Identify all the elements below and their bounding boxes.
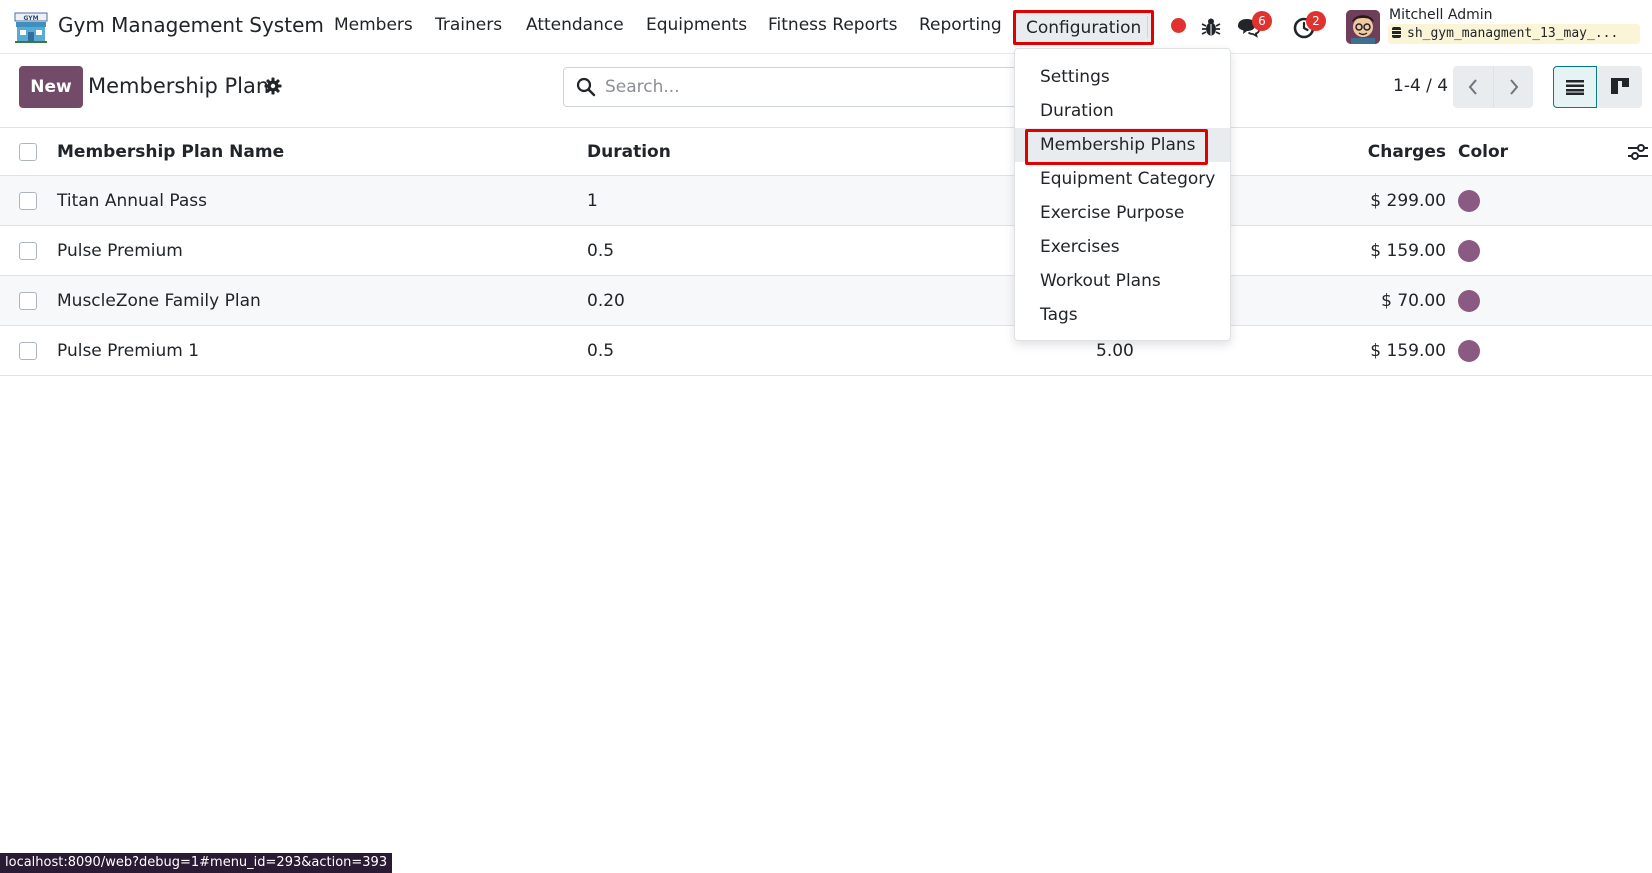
duration-cell: 0.5 (587, 340, 615, 361)
plan-name-cell: Pulse Premium 1 (57, 340, 200, 361)
new-button[interactable]: New (19, 66, 83, 108)
column-header-duration[interactable]: Duration (587, 128, 671, 175)
dropdown-item-exercise-purpose[interactable]: Exercise Purpose (1015, 196, 1230, 230)
row-checkbox[interactable] (19, 242, 37, 260)
status-url-bar: localhost:8090/web?debug=1#menu_id=293&a… (0, 853, 393, 873)
table-row[interactable]: Titan Annual Pass 1 $ 299.00 (0, 176, 1652, 226)
database-icon (1392, 27, 1401, 38)
top-navbar: GYM Gym Management System Members Traine… (0, 0, 1652, 54)
color-swatch (1458, 239, 1480, 262)
user-name[interactable]: Mitchell Admin (1389, 7, 1493, 23)
highlight-box (1025, 129, 1208, 165)
color-cell (1458, 176, 1480, 225)
menu-reporting[interactable]: Reporting (919, 15, 1002, 35)
pager-previous-button[interactable] (1453, 66, 1493, 108)
color-cell (1458, 326, 1480, 375)
gear-icon[interactable] (264, 77, 282, 95)
list-view-icon (1566, 80, 1584, 95)
dropdown-item-exercises[interactable]: Exercises (1015, 230, 1230, 264)
database-name-badge[interactable]: sh_gym_managment_13_may_... (1388, 24, 1640, 44)
pager-value[interactable]: 1-4 / 4 (1393, 76, 1448, 96)
navbar-divider (1147, 16, 1148, 38)
charges-cell: $ 159.00 (1370, 240, 1446, 261)
charges-cell: $ 70.00 (1381, 290, 1446, 311)
color-cell (1458, 276, 1480, 325)
configuration-dropdown-menu: Settings Duration Membership Plans Equip… (1014, 48, 1231, 341)
activities-badge: 2 (1306, 11, 1326, 31)
color-swatch (1458, 339, 1480, 362)
membership-plan-list: Membership Plan Name Duration Charges Co… (0, 128, 1652, 376)
duration-cell: 0.20 (587, 290, 625, 311)
menu-fitness-reports[interactable]: Fitness Reports (768, 15, 898, 35)
kanban-view-button[interactable] (1598, 66, 1642, 108)
user-avatar[interactable] (1346, 10, 1380, 44)
menu-members[interactable]: Members (334, 15, 413, 35)
page-title: Membership Plan (88, 74, 270, 98)
gym-app-icon[interactable]: GYM (14, 10, 48, 44)
search-input[interactable]: Search... (563, 67, 1043, 107)
dropdown-item-settings[interactable]: Settings (1015, 60, 1230, 94)
row-checkbox[interactable] (19, 342, 37, 360)
dropdown-item-tags[interactable]: Tags (1015, 298, 1230, 332)
table-row[interactable]: Pulse Premium 1 0.5 5.00 $ 159.00 (0, 326, 1652, 376)
dropdown-item-duration[interactable]: Duration (1015, 94, 1230, 128)
charges-cell: $ 299.00 (1370, 190, 1446, 211)
duration-cell: 0.5 (587, 240, 615, 261)
chevron-right-icon (1509, 79, 1518, 95)
column-header-charges[interactable]: Charges (1300, 128, 1446, 175)
database-name: sh_gym_managment_13_may_... (1407, 26, 1619, 41)
column-header-color[interactable]: Color (1458, 128, 1508, 175)
plan-name-cell: Titan Annual Pass (57, 190, 207, 211)
control-panel: New Membership Plan Search... 1-4 / 4 (0, 54, 1652, 128)
duration-cell: 1 (587, 190, 598, 211)
list-view-button[interactable] (1553, 66, 1597, 108)
plan-name-cell: MuscleZone Family Plan (57, 290, 261, 311)
row-checkbox[interactable] (19, 292, 37, 310)
column-header-name[interactable]: Membership Plan Name (57, 128, 284, 175)
table-row[interactable]: MuscleZone Family Plan 0.20 $ 70.00 (0, 276, 1652, 326)
bug-icon[interactable] (1198, 14, 1224, 40)
menu-configuration[interactable]: Configuration (1013, 10, 1155, 45)
recording-dot-icon[interactable] (1171, 18, 1186, 33)
select-all-checkbox[interactable] (19, 143, 37, 161)
svg-text:GYM: GYM (23, 15, 38, 22)
color-swatch (1458, 189, 1480, 212)
dropdown-item-workout-plans[interactable]: Workout Plans (1015, 264, 1230, 298)
dropdown-item-equipment-category[interactable]: Equipment Category (1015, 162, 1230, 196)
color-cell (1458, 226, 1480, 275)
charges-cell: $ 159.00 (1370, 340, 1446, 361)
search-placeholder: Search... (605, 77, 680, 97)
menu-trainers[interactable]: Trainers (435, 15, 502, 35)
row-checkbox[interactable] (19, 192, 37, 210)
table-row[interactable]: Pulse Premium 0.5 $ 159.00 (0, 226, 1652, 276)
plan-name-cell: Pulse Premium (57, 240, 183, 261)
optional-columns-toggle-icon[interactable] (1628, 143, 1648, 161)
messages-badge: 6 (1252, 11, 1272, 31)
menu-equipments[interactable]: Equipments (646, 15, 747, 35)
app-name[interactable]: Gym Management System (58, 13, 324, 37)
menu-attendance[interactable]: Attendance (526, 15, 624, 35)
pager-next-button[interactable] (1493, 66, 1533, 108)
table-header-row: Membership Plan Name Duration Charges Co… (0, 128, 1652, 176)
chevron-left-icon (1468, 79, 1477, 95)
color-swatch (1458, 289, 1480, 312)
search-icon (576, 77, 596, 97)
kanban-view-icon (1611, 78, 1629, 94)
